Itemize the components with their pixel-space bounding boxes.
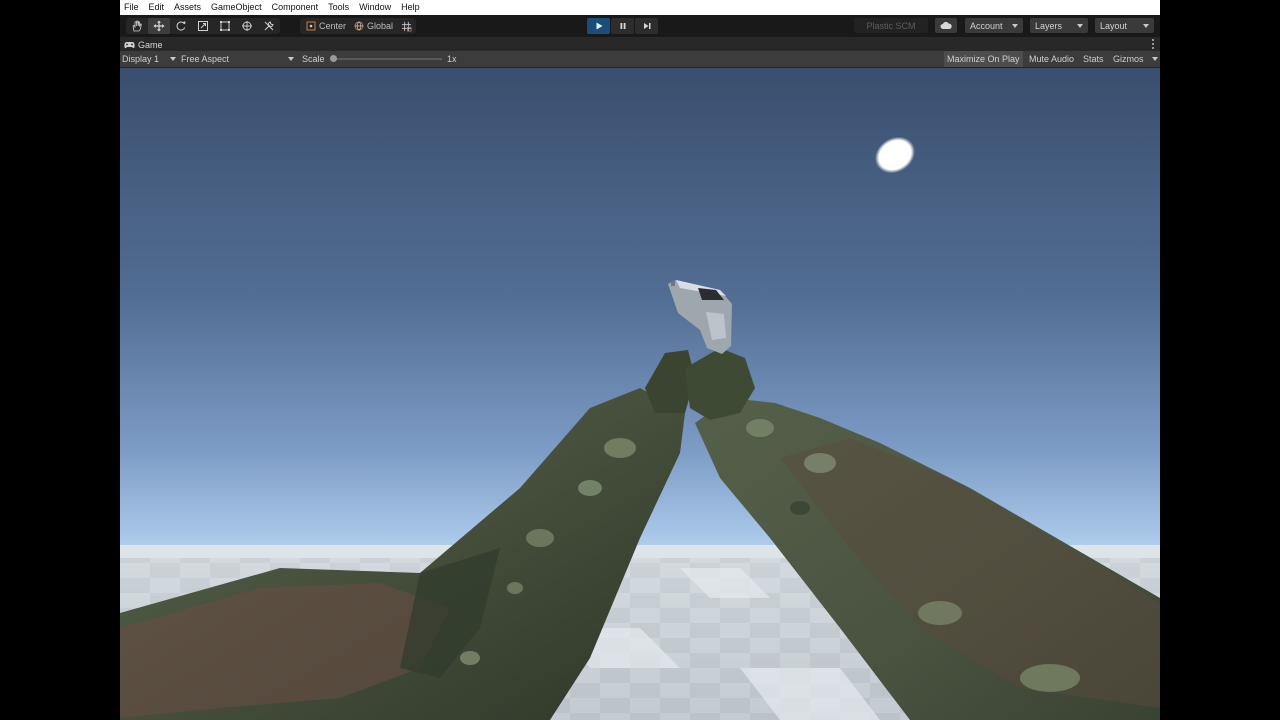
play-button[interactable] bbox=[587, 18, 610, 34]
layout-label: Layout bbox=[1100, 20, 1128, 31]
hand-tool-icon[interactable] bbox=[126, 18, 148, 34]
tab-game-label: Game bbox=[138, 39, 163, 50]
step-button[interactable] bbox=[635, 18, 658, 34]
chevron-down-icon bbox=[1012, 24, 1018, 28]
display-dropdown[interactable]: Display 1 bbox=[122, 51, 178, 67]
tab-game[interactable]: Game bbox=[124, 38, 163, 51]
gamepad-icon bbox=[124, 41, 135, 48]
scale-tool-icon[interactable] bbox=[192, 18, 214, 34]
pivot-center-icon bbox=[306, 21, 316, 31]
chevron-down-icon bbox=[170, 57, 176, 61]
scale-slider-track[interactable] bbox=[332, 58, 442, 60]
scale-value: 1x bbox=[447, 54, 457, 64]
game-render bbox=[120, 68, 1160, 720]
mute-audio-toggle[interactable]: Mute Audio bbox=[1026, 51, 1077, 67]
unity-editor: File Edit Assets GameObject Component To… bbox=[120, 0, 1160, 720]
scale-label: Scale bbox=[302, 54, 325, 64]
plastic-scm-button[interactable]: Plastic SCM bbox=[854, 18, 928, 33]
scale-slider-handle[interactable] bbox=[330, 55, 337, 62]
display-label: Display 1 bbox=[122, 54, 160, 64]
menu-gameobject[interactable]: GameObject bbox=[206, 0, 267, 15]
stats-toggle[interactable]: Stats bbox=[1080, 51, 1107, 67]
cloud-icon bbox=[940, 21, 952, 29]
pause-button[interactable] bbox=[611, 18, 634, 34]
chevron-down-icon bbox=[1143, 24, 1149, 28]
transform-tools bbox=[126, 18, 280, 34]
menu-component[interactable]: Component bbox=[267, 0, 324, 15]
account-label: Account bbox=[970, 20, 1003, 31]
grid-snap-icon bbox=[401, 21, 411, 31]
move-tool-icon[interactable] bbox=[148, 18, 170, 34]
window-tab-bar: Game bbox=[120, 37, 1160, 51]
pivot-toggles: Center Global bbox=[300, 18, 400, 34]
cloud-button[interactable] bbox=[935, 18, 957, 33]
account-dropdown[interactable]: Account bbox=[965, 18, 1023, 33]
game-view-toolbar: Display 1 Free Aspect Scale 1x Maximize … bbox=[120, 51, 1160, 68]
menu-tools[interactable]: Tools bbox=[323, 0, 354, 15]
grid-snap-button[interactable] bbox=[396, 18, 416, 34]
more-options-icon[interactable] bbox=[1151, 39, 1154, 49]
menu-file[interactable]: File bbox=[120, 0, 144, 15]
pivot-mode-button[interactable]: Center bbox=[302, 18, 350, 34]
pivot-label: Center bbox=[319, 21, 347, 31]
rotate-tool-icon[interactable] bbox=[170, 18, 192, 34]
pause-icon bbox=[620, 23, 625, 29]
layout-dropdown[interactable]: Layout bbox=[1095, 18, 1154, 33]
menu-assets[interactable]: Assets bbox=[169, 0, 206, 15]
chevron-down-icon bbox=[1077, 24, 1083, 28]
game-viewport[interactable] bbox=[120, 68, 1160, 720]
step-icon bbox=[643, 23, 650, 29]
layers-dropdown[interactable]: Layers bbox=[1030, 18, 1088, 33]
pivot-rotation-button[interactable]: Global bbox=[350, 18, 397, 34]
play-icon bbox=[596, 22, 602, 30]
globe-icon bbox=[354, 21, 364, 31]
layers-label: Layers bbox=[1035, 20, 1063, 31]
menu-help[interactable]: Help bbox=[396, 0, 425, 15]
main-toolbar: Center Global Plastic SCM Account Layers… bbox=[120, 15, 1160, 37]
aspect-label: Free Aspect bbox=[181, 54, 230, 64]
rect-tool-icon[interactable] bbox=[214, 18, 236, 34]
maximize-on-play-toggle[interactable]: Maximize On Play bbox=[944, 51, 1023, 67]
menu-bar: File Edit Assets GameObject Component To… bbox=[120, 0, 1160, 15]
menu-edit[interactable]: Edit bbox=[144, 0, 170, 15]
custom-tool-icon[interactable] bbox=[258, 18, 280, 34]
gizmos-toggle[interactable]: Gizmos bbox=[1110, 51, 1147, 67]
space-label: Global bbox=[367, 21, 394, 31]
chevron-down-icon[interactable] bbox=[1152, 57, 1158, 61]
transform-tool-icon[interactable] bbox=[236, 18, 258, 34]
menu-window[interactable]: Window bbox=[354, 0, 396, 15]
chevron-down-icon bbox=[288, 57, 294, 61]
aspect-dropdown[interactable]: Free Aspect bbox=[181, 51, 297, 67]
playmode-controls bbox=[587, 18, 658, 34]
